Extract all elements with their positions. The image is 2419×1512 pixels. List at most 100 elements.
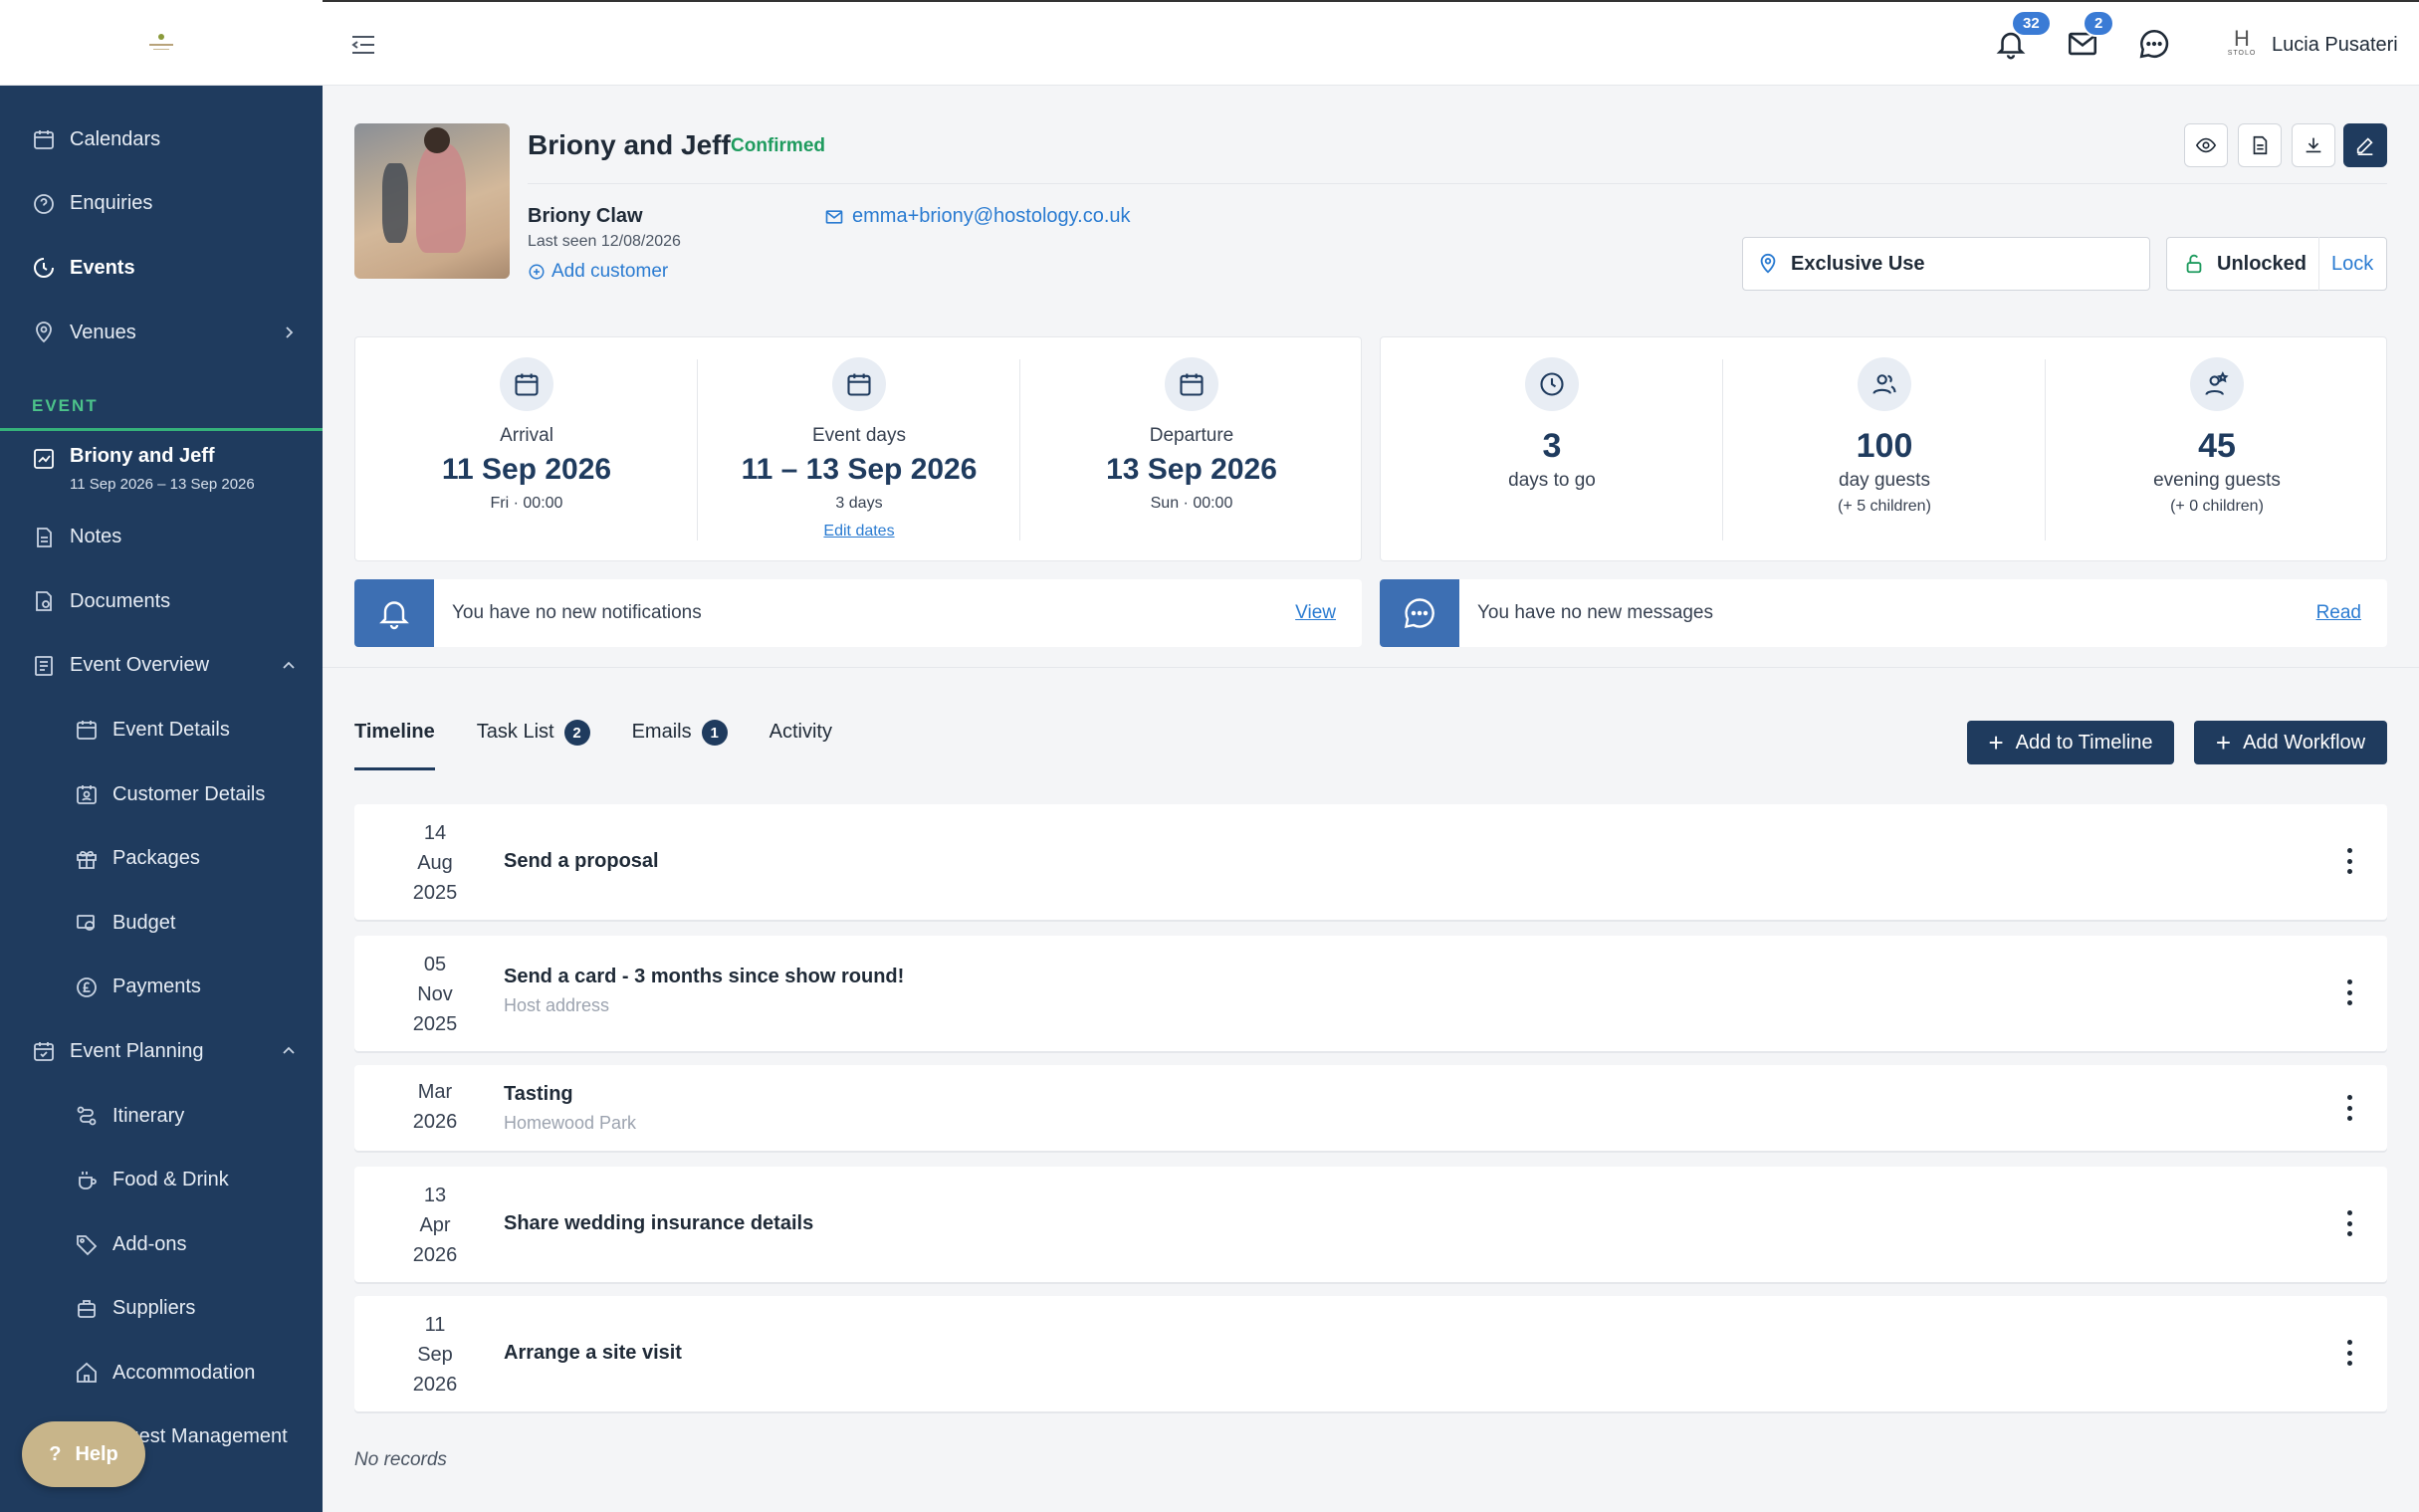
sidebar-item-payments[interactable]: Payments bbox=[0, 956, 323, 1020]
timeline-title: Tasting bbox=[504, 1083, 573, 1105]
chat-button[interactable] bbox=[2134, 24, 2174, 64]
departure-date: 13 Sep 2026 bbox=[1106, 453, 1277, 486]
timeline-date: 11 Sep 2026 bbox=[354, 1310, 516, 1400]
mail-button[interactable]: 2 bbox=[2063, 10, 2115, 64]
lock-divider bbox=[2318, 237, 2320, 291]
task-count-badge: 2 bbox=[563, 720, 590, 746]
tab-label: Task List bbox=[476, 721, 554, 743]
sidebar-current-event[interactable]: Briony and Jeff 11 Sep 2026 – 13 Sep 202… bbox=[0, 431, 323, 505]
timeline-row[interactable]: 05 Nov 2025 Send a card - 3 months since… bbox=[354, 936, 2387, 1051]
calendar-icon bbox=[77, 721, 97, 741]
sidebar-item-packages[interactable]: Packages bbox=[0, 826, 323, 891]
sidebar-item-food-drink[interactable]: Food & Drink bbox=[0, 1148, 323, 1212]
sidebar-item-event-details[interactable]: Event Details bbox=[0, 698, 323, 762]
read-messages-link[interactable]: Read bbox=[2316, 602, 2361, 624]
sidebar-item-label: Food & Drink bbox=[112, 1169, 229, 1191]
sidebar-item-events[interactable]: Events bbox=[0, 236, 323, 301]
notifications-bar: You have no new notifications View bbox=[354, 579, 1362, 647]
sidebar-item-calendars[interactable]: Calendars bbox=[0, 108, 323, 172]
tab-emails[interactable]: Emails 1 bbox=[632, 720, 728, 770]
venue-selector[interactable]: Exclusive Use bbox=[1742, 237, 2150, 291]
add-customer-link[interactable]: Add customer bbox=[528, 261, 668, 283]
sidebar-item-label: Calendars bbox=[70, 127, 161, 150]
company-logo-text: STOLO bbox=[2227, 50, 2257, 57]
lock-button[interactable]: Lock bbox=[2331, 253, 2373, 276]
company-logo-letter: H bbox=[2234, 26, 2250, 51]
tag-icon bbox=[77, 1235, 98, 1256]
timeline-title: Arrange a site visit bbox=[504, 1342, 682, 1364]
notifications-button[interactable]: 32 bbox=[1991, 10, 2052, 64]
timeline-day: 05 bbox=[423, 954, 447, 975]
brand-logo[interactable] bbox=[0, 0, 323, 86]
preview-button[interactable] bbox=[2184, 123, 2228, 167]
event-tabs: Timeline Task List 2 Emails 1 Activity bbox=[354, 720, 832, 770]
row-menu-button[interactable] bbox=[2337, 975, 2361, 1009]
envelope-icon bbox=[825, 209, 843, 224]
row-menu-button[interactable] bbox=[2337, 844, 2361, 878]
sidebar-item-event-overview[interactable]: Event Overview bbox=[0, 634, 323, 699]
location-pin-icon bbox=[36, 322, 52, 343]
sidebar-item-budget[interactable]: Budget bbox=[0, 891, 323, 956]
row-menu-button[interactable] bbox=[2337, 1091, 2361, 1125]
view-notifications-link[interactable]: View bbox=[1295, 602, 1336, 624]
eye-icon bbox=[2195, 137, 2217, 153]
timeline-row[interactable]: 11 Sep 2026 Arrange a site visit bbox=[354, 1296, 2387, 1411]
sidebar-item-label: Documents bbox=[70, 589, 171, 612]
edit-dates-link[interactable]: Edit dates bbox=[698, 523, 1020, 540]
tab-task-list[interactable]: Task List 2 bbox=[476, 720, 590, 770]
sidebar-item-label: Event Overview bbox=[70, 654, 210, 677]
sidebar-item-itinerary[interactable]: Itinerary bbox=[0, 1084, 323, 1149]
lock-state: Unlocked bbox=[2217, 252, 2308, 275]
timeline-row[interactable]: 14 Aug 2025 Send a proposal bbox=[354, 804, 2387, 920]
departure-stat: Departure 13 Sep 2026 Sun · 00:00 bbox=[1020, 337, 1363, 562]
add-customer-label: Add customer bbox=[551, 261, 669, 282]
document-button[interactable] bbox=[2238, 123, 2282, 167]
clock-icon bbox=[1525, 357, 1579, 411]
timeline-date: 14 Aug 2025 bbox=[354, 818, 516, 908]
download-button[interactable] bbox=[2292, 123, 2335, 167]
row-menu-button[interactable] bbox=[2337, 1206, 2361, 1240]
day-guests-stat: 100 day guests (+ 5 children) bbox=[1723, 337, 2046, 562]
row-menu-button[interactable] bbox=[2337, 1336, 2361, 1370]
tab-activity[interactable]: Activity bbox=[770, 721, 832, 770]
days-to-go-stat: 3 days to go bbox=[1381, 337, 1723, 562]
kebab-dot bbox=[2346, 1095, 2352, 1100]
departure-sub: Sun · 00:00 bbox=[1150, 495, 1233, 512]
help-label: Help bbox=[75, 1442, 118, 1465]
edit-button[interactable] bbox=[2343, 123, 2387, 167]
coffee-cup-icon bbox=[79, 1171, 97, 1189]
sidebar-item-add-ons[interactable]: Add-ons bbox=[0, 1212, 323, 1277]
add-to-timeline-button[interactable]: + Add to Timeline bbox=[1967, 721, 2174, 764]
sidebar-item-venues[interactable]: Venues bbox=[0, 301, 323, 365]
timeline-subtitle: Homewood Park bbox=[504, 1113, 637, 1133]
help-button[interactable]: ? Help bbox=[22, 1421, 145, 1487]
sidebar-item-suppliers[interactable]: Suppliers bbox=[0, 1277, 323, 1342]
tab-timeline[interactable]: Timeline bbox=[354, 721, 435, 770]
download-icon bbox=[2306, 137, 2321, 153]
sidebar-item-accommodation[interactable]: Accommodation bbox=[0, 1341, 323, 1405]
add-workflow-button[interactable]: + Add Workflow bbox=[2194, 721, 2387, 764]
kebab-dot bbox=[2346, 979, 2352, 984]
sidebar-item-label: Packages bbox=[112, 847, 200, 870]
sidebar-item-notes[interactable]: Notes bbox=[0, 505, 323, 569]
customer-email-link[interactable]: emma+briony@hostology.co.uk bbox=[824, 205, 1131, 228]
sidebar-item-event-planning[interactable]: Event Planning bbox=[0, 1019, 323, 1084]
chart-icon bbox=[34, 449, 54, 470]
sidebar-item-label: Customer Details bbox=[112, 782, 266, 805]
timeline-row[interactable]: 13 Apr 2026 Share wedding insurance deta… bbox=[354, 1167, 2387, 1282]
sidebar-item-customer-details[interactable]: Customer Details bbox=[0, 762, 323, 827]
section-divider bbox=[323, 667, 2419, 668]
sidebar-item-documents[interactable]: Documents bbox=[0, 569, 323, 634]
event-photo bbox=[354, 123, 510, 279]
sidebar-item-enquiries[interactable]: Enquiries bbox=[0, 172, 323, 237]
chat-bubble-icon bbox=[1380, 579, 1459, 647]
timeline-month: Nov bbox=[417, 983, 453, 1005]
collapse-menu-icon[interactable] bbox=[348, 30, 378, 60]
kebab-dot bbox=[2346, 1210, 2352, 1215]
timeline-year: 2026 bbox=[412, 1244, 458, 1266]
header-divider bbox=[528, 183, 2387, 184]
customer-email: emma+briony@hostology.co.uk bbox=[852, 205, 1131, 227]
user-menu[interactable]: Lucia Pusateri bbox=[2272, 34, 2398, 57]
timeline-row[interactable]: Mar 2026 Tasting Homewood Park bbox=[354, 1065, 2387, 1151]
events-icon bbox=[34, 258, 54, 279]
